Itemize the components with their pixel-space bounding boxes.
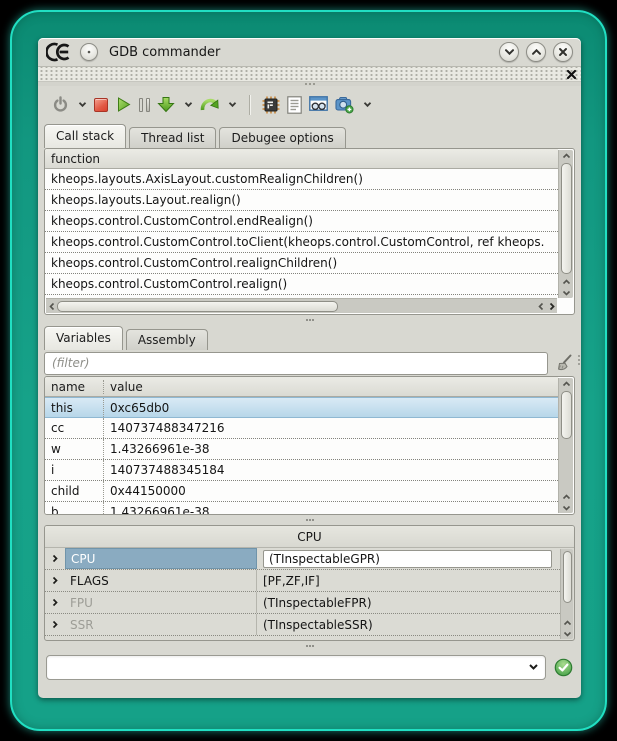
gdb-command-row [38,653,581,681]
step-over-menu-chevron-icon[interactable] [228,101,237,108]
variable-row[interactable]: w 1.43266961e-38 [45,439,558,460]
expander-chevron-icon[interactable] [45,548,65,569]
scroll-left-icon[interactable] [46,301,57,312]
cpu-register-row[interactable]: FPU (TInspectableFPR) [45,592,560,614]
cpu-inspector-panel: CPU CPU (TInspectableGPR) FLAGS [PF,ZF,I… [44,525,575,641]
callstack-vertical-scrollbar[interactable] [558,150,573,298]
scroll-up-icon[interactable] [560,378,573,389]
scroll-left-icon[interactable] [535,301,546,312]
scroll-up-icon[interactable] [560,491,573,502]
scroll-thumb[interactable] [57,301,338,312]
column-function: function [45,152,106,166]
cpu-vertical-scrollbar[interactable] [560,549,573,639]
window-menu-icon[interactable] [80,43,98,61]
panel-splitter[interactable] [38,641,581,651]
scroll-up-icon[interactable] [560,276,573,287]
toolbar-separator [249,95,250,115]
step-into-menu-chevron-icon[interactable] [184,101,193,108]
scroll-down-icon[interactable] [561,628,574,639]
tab-thread-list[interactable]: Thread list [129,127,216,148]
cpu-register-row[interactable]: SSR (TInspectableSSR) [45,614,560,636]
variable-row[interactable]: this 0xc65db0 [45,397,558,418]
filter-input[interactable] [44,352,548,375]
cpu-register-row[interactable]: CPU (TInspectableGPR) [45,548,560,570]
variables-tabbar: Variables Assembly [38,325,581,350]
clear-filter-broom-icon[interactable] [553,353,575,373]
tab-debugee-options[interactable]: Debugee options [219,127,345,148]
dock-grip-bar[interactable] [38,67,581,82]
app-logo-icon [46,42,73,62]
cpu-panel-title: CPU [45,526,574,548]
panel-splitter[interactable] [38,315,581,325]
pause-button[interactable] [139,93,150,117]
callstack-row[interactable]: kheops.layouts.Layout.realign() [45,190,558,211]
scroll-down-icon[interactable] [560,287,573,298]
step-into-button[interactable] [157,93,175,117]
debug-toolbar [38,86,581,123]
dock-close-icon[interactable] [566,67,577,82]
callstack-row[interactable]: kheops.control.CustomControl.endRealign(… [45,211,558,232]
expander-chevron-icon[interactable] [45,592,65,613]
power-button[interactable] [52,93,69,117]
command-input[interactable] [47,657,521,678]
run-button[interactable] [115,93,132,117]
scroll-up-icon[interactable] [561,617,574,628]
titlebar[interactable]: GDB commander [38,38,581,67]
variables-panel: name value this 0xc65db0 cc 140737488347… [44,376,575,515]
power-menu-chevron-icon[interactable] [78,101,87,108]
tab-assembly[interactable]: Assembly [126,329,208,350]
variable-row[interactable]: cc 140737488347216 [45,418,558,439]
close-button[interactable] [553,42,573,62]
snapshot-menu-chevron-icon[interactable] [363,101,372,108]
callstack-panel: function kheops.layouts.AxisLayout.custo… [44,148,575,315]
side-splitter-grip[interactable] [578,355,580,365]
step-over-button[interactable] [200,93,219,117]
callstack-row[interactable]: kheops.control.CustomControl.realign() [45,274,558,295]
scroll-thumb[interactable] [563,551,572,603]
stop-button[interactable] [94,93,108,117]
panel-splitter[interactable] [38,515,581,525]
snapshot-button[interactable] [335,93,354,117]
callstack-row[interactable]: kheops.layouts.AxisLayout.customRealignC… [45,169,558,190]
callstack-row[interactable]: kheops.control.CustomControl.toClient(kh… [45,232,558,253]
unshade-button[interactable] [526,42,546,62]
column-name: name [45,380,103,394]
callstack-header: function [45,149,558,169]
tab-variables[interactable]: Variables [44,326,123,350]
variables-vertical-scrollbar[interactable] [558,378,573,513]
register-value-editor[interactable]: (TInspectableGPR) [263,550,552,568]
expander-chevron-icon[interactable] [45,614,65,635]
scroll-thumb[interactable] [561,391,572,439]
callstack-row[interactable]: kheops.control.CustomControl.realignChil… [45,253,558,274]
scroll-right-icon[interactable] [546,301,557,312]
command-combobox[interactable] [46,655,546,680]
cpu-view-button[interactable] [262,93,280,117]
watch-view-button[interactable] [309,93,328,117]
variable-row[interactable]: b 1.43266961e-38 [45,502,558,515]
scroll-down-icon[interactable] [560,502,573,513]
tab-call-stack[interactable]: Call stack [44,124,126,148]
expander-chevron-icon[interactable] [45,570,65,591]
shade-button[interactable] [499,42,519,62]
combo-dropdown-chevron-icon[interactable] [521,663,545,671]
scroll-thumb[interactable] [561,163,572,274]
window-title: GDB commander [105,45,492,60]
gdb-commander-window: GDB commander [38,38,581,698]
variable-row[interactable]: child 0x44150000 [45,481,558,502]
column-value: value [104,380,149,394]
scroll-up-icon[interactable] [560,150,573,161]
variables-filter-row [38,350,581,376]
variables-header: name value [45,377,558,397]
output-view-button[interactable] [287,93,302,117]
send-command-button[interactable] [554,658,573,677]
callstack-horizontal-scrollbar[interactable] [46,298,557,313]
variable-row[interactable]: i 140737488345184 [45,460,558,481]
callstack-tabbar: Call stack Thread list Debugee options [38,123,581,148]
cpu-register-row[interactable]: FLAGS [PF,ZF,IF] [45,570,560,592]
